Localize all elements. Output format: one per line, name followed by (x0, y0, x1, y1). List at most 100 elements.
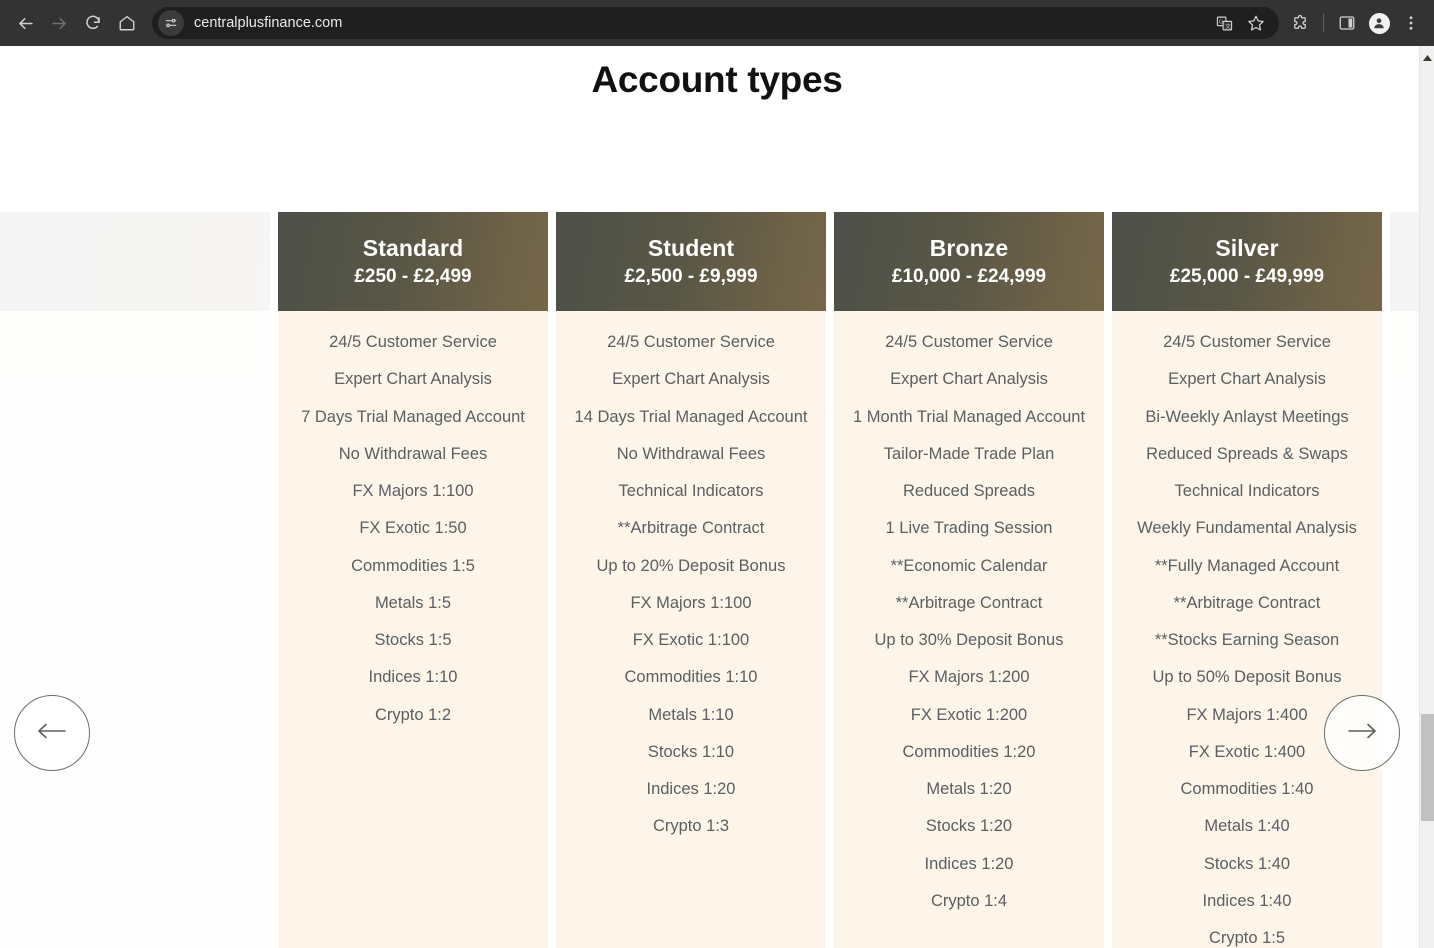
account-feature-item: **Arbitrage Contract (1173, 593, 1321, 612)
account-feature-item: Commodities 1:20 (902, 742, 1036, 761)
account-feature-item: Metals 1:10 (648, 705, 734, 724)
site-info-icon[interactable] (158, 10, 184, 36)
account-card-partial[interactable] (0, 212, 270, 948)
account-feature-list: 24/5 Customer Service Expert Chart Analys… (556, 311, 826, 877)
account-feature-item: 24/5 Customer Service (329, 333, 497, 351)
account-feature-item: No Withdrawal Fees (616, 444, 766, 463)
account-feature-item: FX Exotic 1:50 (359, 519, 467, 538)
account-feature-item: Up to 50% Deposit Bonus (1152, 668, 1342, 687)
bookmark-star-icon[interactable] (1241, 8, 1271, 38)
browser-toolbar: centralplusfinance.com G文 (0, 0, 1434, 46)
account-feature-item: Stocks 1:10 (647, 742, 735, 761)
account-card-header: Silver £25,000 - £49,999 (1112, 212, 1382, 311)
account-feature-item: **Economic Calendar (890, 556, 1048, 575)
account-feature-item: Weekly Fundamental Analysis (1137, 519, 1357, 538)
account-feature-item: FX Majors 1:100 (352, 482, 474, 501)
account-feature-list: 24/5 Customer Service Expert Chart Analys… (834, 311, 1104, 948)
account-feature-item: Crypto 1:3 (652, 817, 730, 836)
account-feature-item: **Arbitrage Contract (617, 519, 765, 538)
account-feature-item: Technical Indicators (618, 482, 764, 501)
url-text: centralplusfinance.com (194, 15, 343, 31)
translate-icon[interactable]: G文 (1209, 8, 1239, 38)
arrow-left-icon (32, 719, 72, 748)
account-feature-item: Expert Chart Analysis (612, 370, 770, 389)
account-feature-item: Up to 30% Deposit Bonus (874, 631, 1064, 650)
account-feature-item: Up to 20% Deposit Bonus (596, 556, 786, 575)
page-scrollbar[interactable] (1419, 46, 1434, 948)
forward-button[interactable] (42, 6, 76, 40)
account-feature-item: Tailor-Made Trade Plan (883, 444, 1055, 463)
account-feature-item: 24/5 Customer Service (885, 333, 1053, 351)
account-feature-item: FX Exotic 1:100 (632, 631, 750, 650)
carousel-next-button[interactable] (1324, 695, 1400, 771)
back-button[interactable] (8, 6, 42, 40)
profile-avatar[interactable] (1364, 8, 1394, 38)
arrow-right-icon (1342, 719, 1382, 748)
account-feature-item: 14 Days Trial Managed Account (574, 407, 808, 426)
account-feature-list (0, 311, 270, 370)
account-feature-item: 24/5 Customer Service (1163, 333, 1331, 351)
account-feature-item: Indices 1:20 (924, 854, 1014, 873)
account-feature-item: Commodities 1:40 (1180, 780, 1314, 799)
account-feature-item: Indices 1:10 (368, 668, 458, 687)
carousel-prev-button[interactable] (14, 695, 90, 771)
account-feature-list: 24/5 Customer Service Expert Chart Analys… (1112, 311, 1382, 948)
account-card-name: Bronze (929, 234, 1009, 261)
account-card-header (0, 212, 270, 311)
account-feature-item: 7 Days Trial Managed Account (301, 407, 525, 426)
account-feature-item: Stocks 1:20 (925, 817, 1013, 836)
account-card-header: Standard £250 - £2,499 (278, 212, 548, 311)
account-feature-item: Crypto 1:5 (1208, 929, 1286, 948)
address-bar[interactable]: centralplusfinance.com G文 (152, 7, 1279, 39)
account-feature-item: Commodities 1:5 (351, 556, 475, 575)
account-feature-item: **Stocks Earning Season (1154, 631, 1340, 650)
scrollbar-up-arrow[interactable] (1423, 48, 1432, 61)
account-types-carousel[interactable]: Standard £250 - £2,499 24/5 Customer Servi… (0, 212, 1434, 948)
account-feature-item: Reduced Spreads & Swaps (1146, 444, 1348, 463)
page-content: Account types Standard £250 - £2,499 24/5 … (0, 46, 1434, 948)
reload-button[interactable] (76, 6, 110, 40)
account-card-price-range: £250 - £2,499 (354, 265, 472, 287)
account-feature-item: Technical Indicators (1174, 482, 1320, 501)
account-card[interactable]: Silver £25,000 - £49,999 24/5 Customer Ser… (1112, 212, 1382, 948)
scrollbar-thumb[interactable] (1421, 714, 1434, 821)
account-feature-item: Indices 1:20 (646, 780, 736, 799)
account-feature-item: **Arbitrage Contract (895, 593, 1043, 612)
extensions-icon[interactable] (1285, 8, 1315, 38)
account-feature-item: Stocks 1:5 (374, 631, 452, 650)
account-card-name: Student (647, 234, 735, 261)
account-card[interactable]: Standard £250 - £2,499 24/5 Customer Servi… (278, 212, 548, 948)
account-card-price-range: £25,000 - £49,999 (1169, 265, 1325, 287)
account-card[interactable]: Bronze £10,000 - £24,999 24/5 Customer Ser… (834, 212, 1104, 948)
account-feature-item: 24/5 Customer Service (607, 333, 775, 351)
account-feature-item: **Fully Managed Account (1154, 556, 1340, 575)
account-card-header: Student £2,500 - £9,999 (556, 212, 826, 311)
account-feature-item: Expert Chart Analysis (890, 370, 1048, 389)
account-feature-item: Reduced Spreads (902, 482, 1036, 501)
account-card-name: Standard (362, 234, 464, 261)
account-feature-item: Indices 1:40 (1202, 891, 1292, 910)
account-feature-item: Expert Chart Analysis (334, 370, 492, 389)
account-card-price-range: £2,500 - £9,999 (624, 265, 758, 287)
account-feature-item: Crypto 1:2 (374, 705, 452, 724)
account-feature-item: FX Exotic 1:200 (910, 705, 1028, 724)
account-feature-item: FX Majors 1:100 (630, 593, 752, 612)
home-button[interactable] (110, 6, 144, 40)
account-card[interactable]: Student £2,500 - £9,999 24/5 Customer Serv… (556, 212, 826, 948)
account-feature-item: Metals 1:40 (1204, 817, 1290, 836)
account-feature-item: Commodities 1:10 (624, 668, 758, 687)
account-card-name: Silver (1215, 234, 1279, 261)
account-feature-item: Stocks 1:40 (1203, 854, 1291, 873)
side-panel-icon[interactable] (1332, 8, 1362, 38)
account-feature-item: 1 Live Trading Session (885, 519, 1053, 538)
account-feature-list: 24/5 Customer Service Expert Chart Analys… (278, 311, 548, 765)
browser-toolbar-actions (1285, 8, 1426, 38)
account-feature-item: Metals 1:5 (374, 593, 452, 612)
account-feature-item: Metals 1:20 (926, 780, 1012, 799)
account-feature-item: Bi-Weekly Anlayst Meetings (1145, 407, 1349, 426)
svg-text:G: G (1218, 19, 1222, 25)
account-card-header: Bronze £10,000 - £24,999 (834, 212, 1104, 311)
account-card-price-range: £10,000 - £24,999 (891, 265, 1047, 287)
page-title: Account types (591, 59, 843, 100)
chrome-menu-icon[interactable] (1396, 8, 1426, 38)
